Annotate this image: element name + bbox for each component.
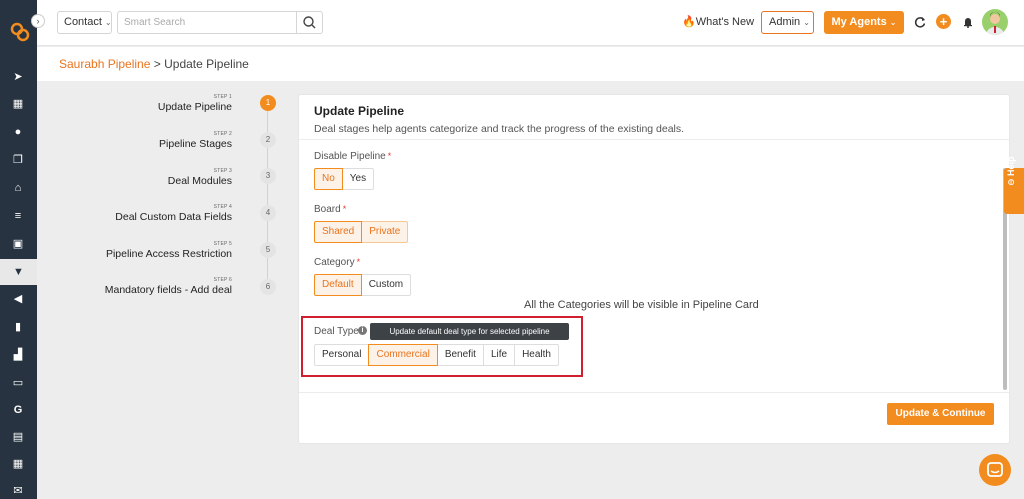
step-connector [267,147,268,169]
contact-type-select[interactable]: Contact ⌄ [57,11,112,34]
step-circle: 4 [260,205,276,221]
required-marker: * [356,257,361,267]
disable-pipeline-label: Disable Pipeline * [314,151,391,162]
my-agents-button[interactable]: My Agents ⌄ [824,11,904,34]
bell-icon[interactable] [961,15,975,29]
step-circle: 6 [260,279,276,295]
disable-no-option[interactable]: No [314,168,343,190]
update-continue-button[interactable]: Update & Continue [887,403,994,425]
step-circle: 3 [260,168,276,184]
admin-label: Admin [769,16,801,28]
fire-icon: 🔥 [682,16,696,28]
disable-yes-option[interactable]: Yes [341,168,375,190]
board-label: Board * [314,204,346,215]
user-avatar-icon [986,12,1004,35]
step-number-label: STEP 1 [213,94,232,100]
breadcrumb-current: Update Pipeline [164,57,249,71]
google-icon[interactable]: G [11,403,25,417]
deal-type-tooltip: Update default deal type for selected pi… [370,323,569,340]
top-bar: Contact⌄ 🔥What's New Admin⌄ My Agents ⌄ … [37,0,1024,46]
category-label-text: Category [314,257,355,268]
help-tab-label: ⊖ Help [1006,156,1017,186]
book-icon[interactable]: ▮ [11,320,25,334]
chevron-down-icon: ⌄ [104,18,112,27]
chat-icon [987,462,1003,477]
breadcrumb-parent-link[interactable]: Saurabh Pipeline [59,57,150,71]
update-pipeline-card: Update Pipeline Deal stages help agents … [298,94,1010,444]
step-title: Update Pipeline [157,101,232,113]
board-shared-option[interactable]: Shared [314,221,363,243]
divider [299,139,1009,140]
logo-icon [10,22,30,42]
step-number-label: STEP 6 [213,277,232,283]
add-icon[interactable]: + [936,14,951,29]
breadcrumb-separator: > [153,57,161,71]
chevron-down-icon: ⌄ [803,18,810,27]
chevron-down-icon: ⌄ [889,18,897,27]
step-title: Pipeline Access Restriction [105,248,232,260]
info-icon[interactable]: i [358,326,367,335]
category-custom-option[interactable]: Custom [360,274,412,296]
pipeline-filter-icon[interactable]: ▼ [0,259,37,285]
search-icon [303,16,316,29]
breadcrumb: Saurabh Pipeline > Update Pipeline [59,57,249,71]
step-connector [267,220,268,242]
step-number-label: STEP 2 [213,131,232,137]
smart-search-input[interactable] [117,11,297,34]
bar-chart-icon[interactable]: ▟ [11,348,25,362]
avatar[interactable] [982,9,1008,35]
help-label: Help [1006,156,1016,176]
step-connector [267,110,268,132]
step-number-label: STEP 4 [213,204,232,210]
whats-new-label: What's New [695,16,755,28]
step-circle: 5 [260,242,276,258]
step-circle: 1 [260,95,276,111]
step-connector [267,184,268,205]
rocket-icon[interactable]: ➤ [11,70,25,84]
required-marker: * [387,151,392,161]
category-default-option[interactable]: Default [314,274,362,296]
disable-pipeline-label-text: Disable Pipeline [314,151,386,162]
expand-sidebar-button[interactable]: › [31,14,45,28]
calendar-icon[interactable]: ▦ [11,457,25,471]
help-icon: ⊖ [1006,178,1016,186]
card-subtitle: Deal stages help agents categorize and t… [314,123,685,135]
step-title: Deal Custom Data Fields [115,211,232,223]
users-icon[interactable]: ● [11,125,25,139]
step-number-label: STEP 5 [213,241,232,247]
chat-button[interactable] [979,454,1011,486]
folder-icon[interactable]: ▭ [11,376,25,390]
step-title: Mandatory fields - Add deal [104,284,232,296]
board-label-text: Board [314,204,341,215]
my-agents-label: My Agents [831,16,887,28]
step-title: Pipeline Stages [159,138,232,150]
contact-select-label: Contact [64,16,102,28]
category-toggle: Default Custom [314,274,412,296]
step-title: Deal Modules [167,175,232,187]
card-title: Update Pipeline [314,104,405,118]
notes-icon[interactable]: ▤ [11,430,25,444]
category-label: Category * [314,257,360,268]
documents-icon[interactable]: ❐ [11,153,25,167]
whats-new-link[interactable]: 🔥What's New [682,15,754,28]
categories-note: All the Categories will be visible in Pi… [524,299,759,311]
refresh-icon[interactable] [913,15,927,29]
help-tab[interactable]: ⊖ Help [1004,156,1024,214]
admin-select[interactable]: Admin ⌄ [761,11,814,34]
breadcrumb-bar: Saurabh Pipeline > Update Pipeline [37,47,1024,81]
step-connector [267,257,268,279]
required-marker: * [342,204,347,214]
board-private-option[interactable]: Private [361,221,409,243]
board-toggle: Shared Private [314,221,409,243]
step-circle: 2 [260,132,276,148]
mail-icon[interactable]: ✉ [11,484,25,498]
divider [299,392,1009,393]
search-button[interactable] [296,11,323,34]
step-number-label: STEP 3 [213,168,232,174]
disable-pipeline-toggle: No Yes [314,168,375,190]
